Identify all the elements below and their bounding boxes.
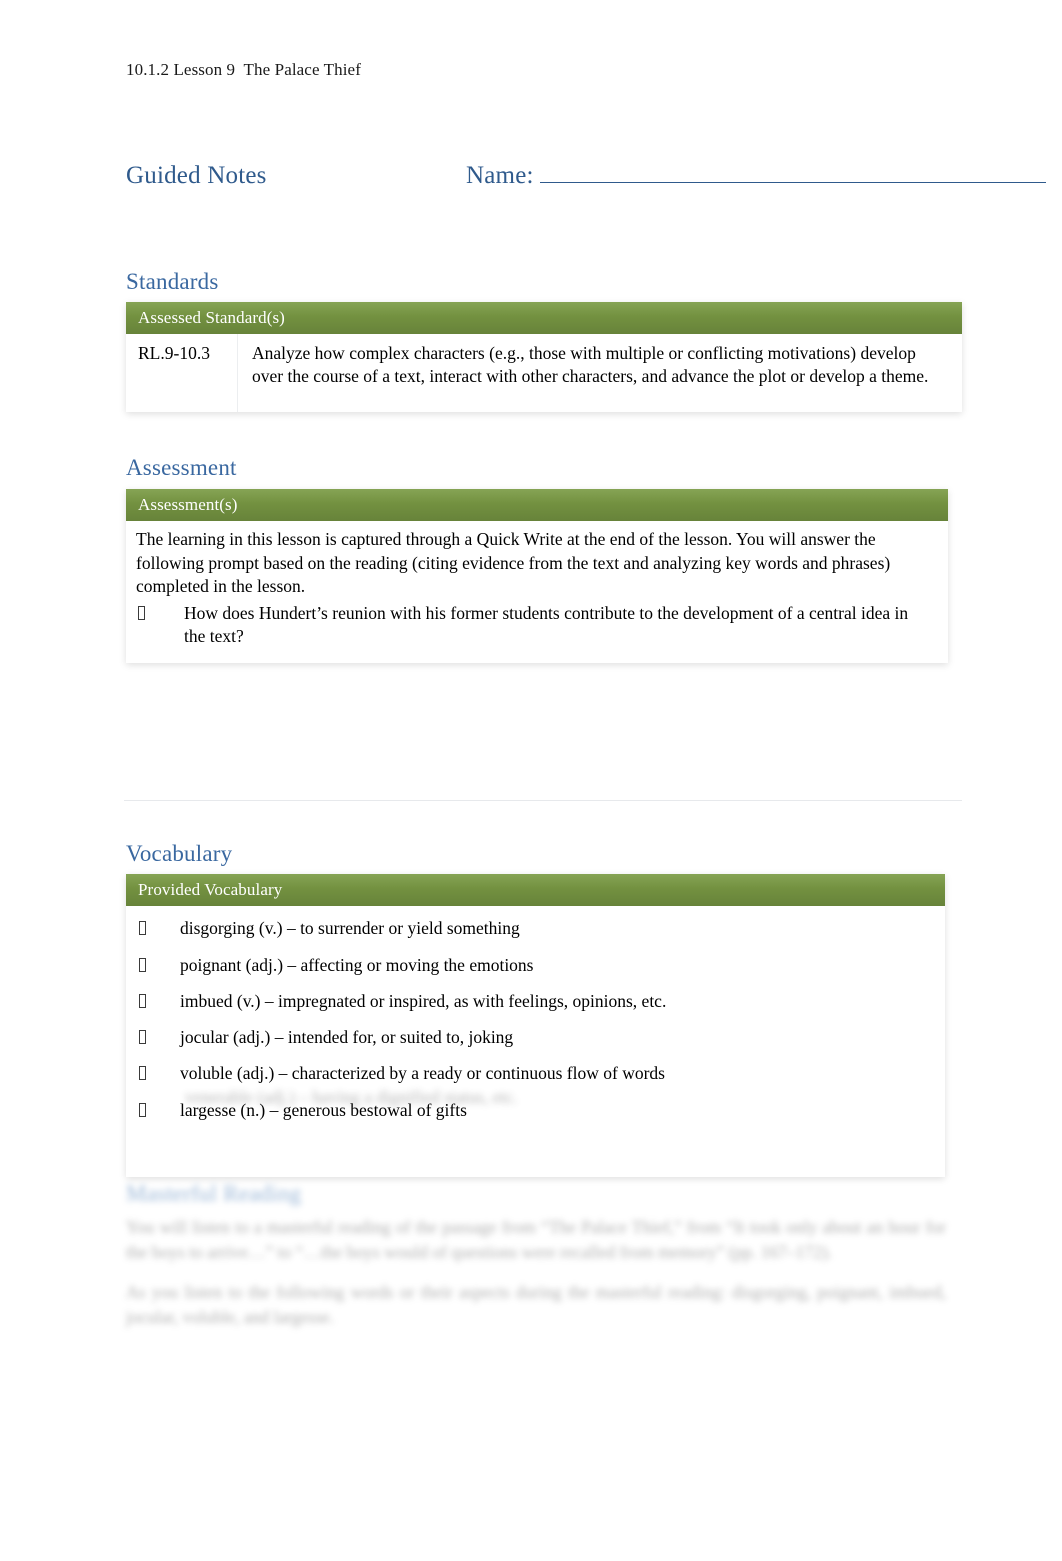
bullet-box-icon (139, 957, 146, 972)
section-divider (124, 800, 962, 801)
standards-table: Assessed Standard(s) RL.9-10.3 Analyze h… (126, 302, 962, 413)
vocabulary-heading: Vocabulary (126, 841, 233, 866)
list-item: disgorging (v.) – to surrender or yield … (126, 917, 945, 940)
standards-table-header: Assessed Standard(s) (126, 302, 962, 335)
assessment-paragraph: The learning in this lesson is captured … (136, 529, 891, 596)
vocabulary-item-4: voluble (adj.) – characterized by a read… (180, 1063, 665, 1084)
masterful-reading-heading: Masterful Reading (126, 1181, 302, 1206)
bullet-box-icon (139, 1066, 146, 1081)
table-row: RL.9-10.3 Analyze how complex characters… (126, 334, 962, 413)
vocabulary-item-2: imbued (v.) – impregnated or inspired, a… (180, 990, 667, 1011)
standard-description: Analyze how complex characters (e.g., th… (252, 343, 929, 387)
standards-heading: Standards (126, 269, 219, 294)
vocabulary-faded-item: venerable (adj.) – having a dignified st… (185, 1087, 518, 1107)
vocabulary-item-0: disgorging (v.) – to surrender or yield … (180, 918, 520, 939)
assessment-bullet-list: How does Hundert’s reunion with his form… (126, 602, 948, 649)
assessment-table-body: The learning in this lesson is captured … (126, 521, 948, 662)
running-header: 10.1.2 Lesson 9 The Palace Thief (126, 60, 361, 79)
vocabulary-table-body: disgorging (v.) – to surrender or yield … (126, 906, 945, 1177)
bullet-box-icon (139, 921, 146, 936)
masterful-reading-paragraph-1: You will listen to a masterful reading o… (126, 1217, 946, 1262)
standard-code: RL.9-10.3 (126, 334, 238, 413)
bullet-box-icon (139, 1030, 146, 1045)
bullet-box-icon (138, 606, 145, 621)
standards-table-body: RL.9-10.3 Analyze how complex characters… (126, 334, 962, 413)
list-item: imbued (v.) – impregnated or inspired, a… (126, 990, 945, 1013)
name-blank-line[interactable] (539, 182, 1046, 183)
list-item-label: How does Hundert’s reunion with his form… (184, 603, 909, 647)
assessment-heading: Assessment (126, 455, 237, 480)
assessment-table-header: Assessment(s) (126, 489, 948, 522)
list-item: How does Hundert’s reunion with his form… (126, 602, 948, 649)
vocabulary-table-header: Provided Vocabulary (126, 874, 945, 907)
assessment-table: Assessment(s) The learning in this lesso… (126, 489, 948, 663)
list-item: jocular (adj.) – intended for, or suited… (126, 1026, 945, 1049)
bullet-box-icon (139, 993, 146, 1008)
list-item: voluble (adj.) – characterized by a read… (126, 1062, 945, 1085)
name-label: Name: (466, 162, 534, 189)
page-title: Guided Notes (126, 162, 267, 189)
document-page: 10.1.2 Lesson 9 The Palace Thief Guided … (0, 0, 1062, 1561)
bullet-box-icon (139, 1102, 146, 1117)
list-item: poignant (adj.) – affecting or moving th… (126, 954, 945, 977)
masterful-reading-paragraph-2: As you listen to the following words or … (126, 1282, 946, 1327)
vocabulary-item-1: poignant (adj.) – affecting or moving th… (180, 954, 534, 975)
title-row: Guided Notes Name: (126, 162, 1046, 198)
vocabulary-item-3: jocular (adj.) – intended for, or suited… (180, 1027, 514, 1048)
vocabulary-table: Provided Vocabulary disgorging (v.) – to… (126, 874, 945, 1177)
